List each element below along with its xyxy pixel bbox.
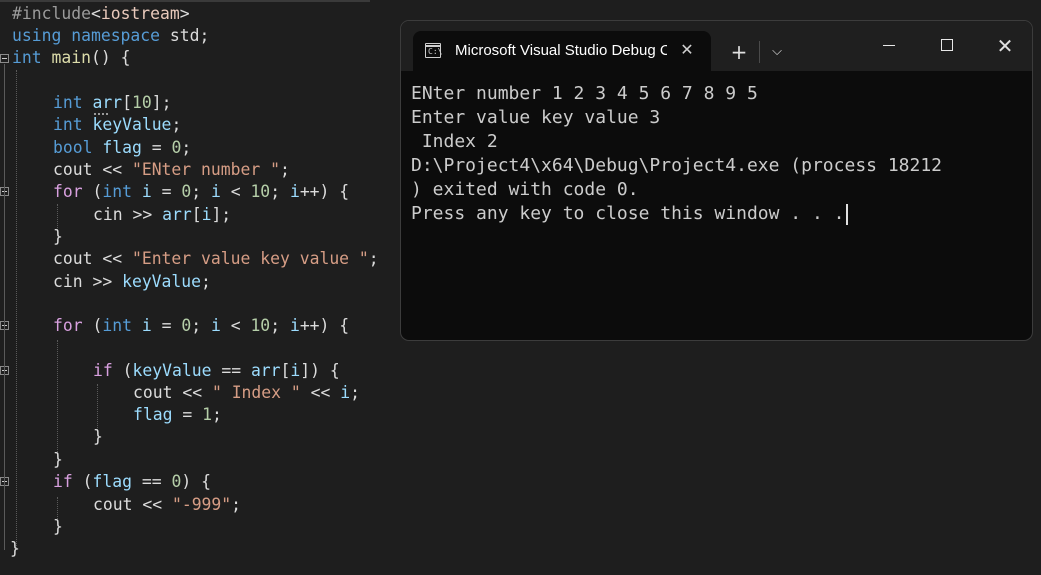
debug-console-window[interactable]: C:\ Microsoft Visual Studio Debug Consol… bbox=[400, 20, 1033, 341]
console-line: ENter number 1 2 3 4 5 6 7 8 9 5 bbox=[411, 83, 758, 104]
titlebar-separator bbox=[759, 41, 760, 63]
console-line: D:\Project4\x64\Debug\Project4.exe (proc… bbox=[411, 155, 943, 176]
close-window-icon[interactable]: ✕ bbox=[993, 34, 1017, 58]
code-line-cin-key[interactable]: cin >> keyValue; bbox=[53, 271, 211, 293]
code-line-for1[interactable]: for (int i = 0; i < 10; i++) { bbox=[53, 181, 349, 203]
code-line-close-if1[interactable]: } bbox=[93, 426, 103, 448]
close-tab-icon[interactable]: ✕ bbox=[677, 40, 697, 60]
code-line-cout-enter-number[interactable]: cout << "ENter number "; bbox=[53, 159, 290, 181]
console-line-prompt: Press any key to close this window . . . bbox=[411, 202, 942, 226]
outline-guide bbox=[4, 64, 5, 550]
new-tab-icon[interactable]: + bbox=[727, 41, 751, 63]
text-cursor bbox=[846, 203, 849, 225]
code-line-decl-key[interactable]: int keyValue; bbox=[53, 114, 181, 136]
code-line-for2[interactable]: for (int i = 0; i < 10; i++) { bbox=[53, 315, 349, 337]
indent-guide-main bbox=[16, 70, 17, 548]
code-line-if-flag[interactable]: if (flag == 0) { bbox=[53, 471, 211, 493]
editor-top-border bbox=[0, 0, 370, 2]
indent-guide-for2 bbox=[57, 340, 58, 456]
title-bar[interactable]: C:\ Microsoft Visual Studio Debug Consol… bbox=[401, 21, 1032, 71]
code-line-decl-flag[interactable]: bool flag = 0; bbox=[53, 137, 191, 159]
code-line-close-for2[interactable]: } bbox=[53, 449, 63, 471]
code-line-cin-arr[interactable]: cin >> arr[i]; bbox=[93, 204, 231, 226]
fold-toggle-main[interactable] bbox=[0, 54, 9, 63]
code-line-cout-index[interactable]: cout << " Index " << i; bbox=[133, 382, 360, 404]
code-line-main[interactable]: int main() { bbox=[12, 47, 130, 69]
code-line-close-for1[interactable]: } bbox=[53, 226, 63, 248]
code-line-include[interactable]: #include<iostream> bbox=[12, 3, 190, 25]
console-tab[interactable]: C:\ Microsoft Visual Studio Debug Consol… bbox=[413, 31, 711, 71]
minimize-icon[interactable] bbox=[883, 45, 895, 46]
code-line-using[interactable]: using namespace std; bbox=[12, 25, 209, 47]
console-prompt-text: Press any key to close this window . . . bbox=[411, 203, 845, 224]
console-line: Enter value key value 3 bbox=[411, 107, 661, 128]
console-output[interactable]: ENter number 1 2 3 4 5 6 7 8 9 5 Enter v… bbox=[411, 82, 942, 226]
code-line-if-key[interactable]: if (keyValue == arr[i]) { bbox=[93, 360, 340, 382]
console-line: Index 2 bbox=[411, 131, 498, 152]
code-line-close-if2[interactable]: } bbox=[53, 516, 63, 538]
code-line-cout-enter-key[interactable]: cout << "Enter value key value "; bbox=[53, 248, 379, 270]
code-line-decl-arr[interactable]: int arr[10]; bbox=[53, 92, 171, 114]
chevron-down-icon[interactable]: ⌵ bbox=[765, 41, 789, 63]
console-line: ) exited with code 0. bbox=[411, 179, 639, 200]
maximize-icon[interactable] bbox=[941, 39, 953, 51]
console-icon: C:\ bbox=[425, 43, 442, 58]
code-line-flag-set[interactable]: flag = 1; bbox=[133, 404, 222, 426]
code-line-cout-neg999[interactable]: cout << "-999"; bbox=[93, 494, 241, 516]
code-line-close-main[interactable]: } bbox=[10, 538, 20, 560]
tab-title: Microsoft Visual Studio Debug Console bbox=[455, 42, 667, 59]
